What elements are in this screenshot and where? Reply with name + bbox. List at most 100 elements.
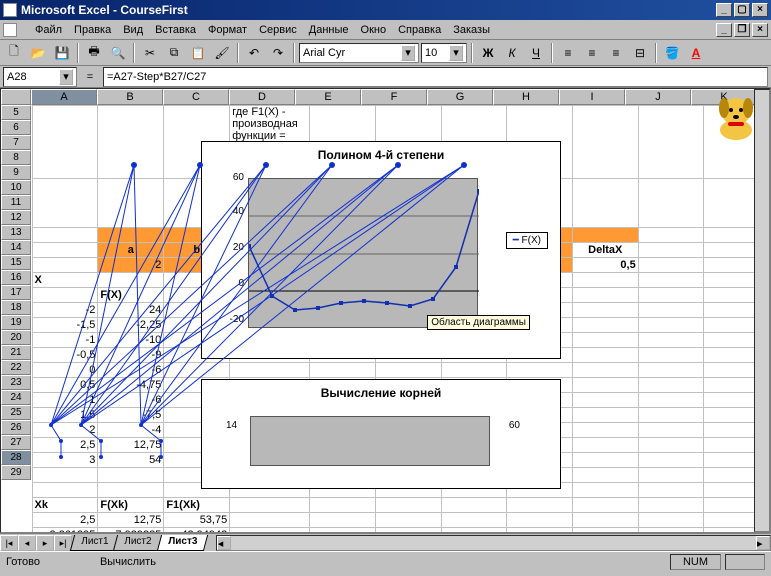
cell-A24[interactable] bbox=[32, 483, 98, 498]
font-color-icon[interactable]: A bbox=[685, 42, 707, 64]
cell-H25[interactable] bbox=[507, 498, 573, 513]
cell-B26[interactable]: 12,75 bbox=[98, 513, 164, 528]
cell-C16[interactable] bbox=[164, 363, 230, 378]
cell-J23[interactable] bbox=[638, 468, 704, 483]
cell-I26[interactable] bbox=[572, 513, 638, 528]
cell-B7[interactable] bbox=[98, 228, 164, 243]
chart-roots[interactable]: Вычисление корней 14 60 bbox=[201, 379, 561, 489]
sheet-tab-Лист1[interactable]: Лист1 bbox=[70, 535, 120, 551]
cell-I27[interactable] bbox=[572, 528, 638, 534]
cell-A22[interactable]: 3 bbox=[32, 453, 98, 468]
menu-формат[interactable]: Формат bbox=[202, 24, 253, 36]
cell-J25[interactable] bbox=[638, 498, 704, 513]
tab-nav-last[interactable]: ▸| bbox=[54, 535, 72, 551]
cell-B17[interactable]: -4,75 bbox=[98, 378, 164, 393]
cell-J27[interactable] bbox=[638, 528, 704, 534]
cell-A8[interactable] bbox=[32, 243, 98, 258]
cell-D27[interactable] bbox=[230, 528, 310, 534]
new-icon[interactable]: 🗋 bbox=[3, 42, 25, 64]
row-header-22[interactable]: 22 bbox=[1, 360, 31, 375]
cell-J17[interactable] bbox=[638, 378, 704, 393]
cell-I8[interactable]: DeltaX bbox=[572, 243, 638, 258]
align-center-icon[interactable]: ≡ bbox=[581, 42, 603, 64]
cell-C25[interactable]: F1(Xk) bbox=[164, 498, 230, 513]
save-icon[interactable]: 💾 bbox=[51, 42, 73, 64]
cell-I20[interactable] bbox=[572, 423, 638, 438]
cell-B12[interactable]: 24 bbox=[98, 303, 164, 318]
tab-nav-prev[interactable]: ◂ bbox=[18, 535, 36, 551]
row-header-8[interactable]: 8 bbox=[1, 150, 31, 165]
cell-H26[interactable] bbox=[507, 513, 573, 528]
cell-B6[interactable] bbox=[98, 179, 164, 228]
cell-F26[interactable] bbox=[375, 513, 441, 528]
cell-B16[interactable]: -6 bbox=[98, 363, 164, 378]
chevron-down-icon[interactable]: ▾ bbox=[449, 45, 463, 61]
cell-G27[interactable] bbox=[441, 528, 507, 534]
cell-A16[interactable]: 0 bbox=[32, 363, 98, 378]
cell-B5[interactable] bbox=[98, 106, 164, 179]
row-header-18[interactable]: 18 bbox=[1, 300, 31, 315]
row-header-25[interactable]: 25 bbox=[1, 405, 31, 420]
cell-I6[interactable] bbox=[572, 179, 638, 228]
cell-J18[interactable] bbox=[638, 393, 704, 408]
menu-вставка[interactable]: Вставка bbox=[149, 24, 202, 36]
cell-D26[interactable] bbox=[230, 513, 310, 528]
col-header-D[interactable]: D bbox=[229, 89, 295, 105]
row-header-5[interactable]: 5 bbox=[1, 105, 31, 120]
cell-J9[interactable] bbox=[638, 258, 704, 273]
cell-I11[interactable] bbox=[572, 288, 638, 303]
cell-C27[interactable]: 42,94942 bbox=[164, 528, 230, 534]
cell-J19[interactable] bbox=[638, 408, 704, 423]
cell-H27[interactable] bbox=[507, 528, 573, 534]
cell-J15[interactable] bbox=[638, 348, 704, 363]
cell-J26[interactable] bbox=[638, 513, 704, 528]
align-right-icon[interactable]: ≡ bbox=[605, 42, 627, 64]
cell-B14[interactable]: -10 bbox=[98, 333, 164, 348]
cell-E27[interactable] bbox=[310, 528, 376, 534]
fill-color-icon[interactable]: 🪣 bbox=[661, 42, 683, 64]
cell-A20[interactable]: 2 bbox=[32, 423, 98, 438]
cell-J24[interactable] bbox=[638, 483, 704, 498]
underline-button[interactable]: Ч bbox=[525, 42, 547, 64]
cell-J16[interactable] bbox=[638, 363, 704, 378]
font-size-combo[interactable]: 10▾ bbox=[421, 43, 467, 63]
cell-I13[interactable] bbox=[572, 318, 638, 333]
cell-B8[interactable]: a bbox=[98, 243, 164, 258]
cell-I24[interactable] bbox=[572, 483, 638, 498]
cut-icon[interactable]: ✂ bbox=[139, 42, 161, 64]
menu-окно[interactable]: Окно bbox=[355, 24, 393, 36]
sheet-tab-Лист3[interactable]: Лист3 bbox=[156, 535, 207, 551]
redo-icon[interactable]: ↷ bbox=[267, 42, 289, 64]
italic-button[interactable]: К bbox=[501, 42, 523, 64]
cell-I18[interactable] bbox=[572, 393, 638, 408]
row-header-27[interactable]: 27 bbox=[1, 435, 31, 450]
cell-B11[interactable]: F(X) bbox=[98, 288, 164, 303]
row-header-26[interactable]: 26 bbox=[1, 420, 31, 435]
chevron-down-icon[interactable]: ▾ bbox=[59, 69, 73, 85]
col-header-B[interactable]: B bbox=[97, 89, 163, 105]
row-header-23[interactable]: 23 bbox=[1, 375, 31, 390]
row-header-19[interactable]: 19 bbox=[1, 315, 31, 330]
cell-A27[interactable]: 2,261395 bbox=[32, 528, 98, 534]
cell-I14[interactable] bbox=[572, 333, 638, 348]
cell-J10[interactable] bbox=[638, 273, 704, 288]
cell-B18[interactable]: -6 bbox=[98, 393, 164, 408]
cell-A21[interactable]: 2,5 bbox=[32, 438, 98, 453]
horizontal-scrollbar[interactable]: ◂ ▸ bbox=[216, 535, 771, 551]
row-header-7[interactable]: 7 bbox=[1, 135, 31, 150]
print-icon[interactable]: 🖶 bbox=[83, 42, 105, 64]
close-button[interactable]: × bbox=[752, 3, 768, 17]
cell-J14[interactable] bbox=[638, 333, 704, 348]
row-header-11[interactable]: 11 bbox=[1, 195, 31, 210]
cell-B13[interactable]: -2,25 bbox=[98, 318, 164, 333]
row-header-13[interactable]: 13 bbox=[1, 225, 31, 240]
cell-B10[interactable] bbox=[98, 273, 164, 288]
cell-B9[interactable]: 2 bbox=[98, 258, 164, 273]
cell-E25[interactable] bbox=[310, 498, 376, 513]
row-header-15[interactable]: 15 bbox=[1, 255, 31, 270]
cell-G25[interactable] bbox=[441, 498, 507, 513]
cell-A14[interactable]: -1 bbox=[32, 333, 98, 348]
cell-I9[interactable]: 0,5 bbox=[572, 258, 638, 273]
cell-A10[interactable]: X bbox=[32, 273, 98, 288]
cell-C26[interactable]: 53,75 bbox=[164, 513, 230, 528]
